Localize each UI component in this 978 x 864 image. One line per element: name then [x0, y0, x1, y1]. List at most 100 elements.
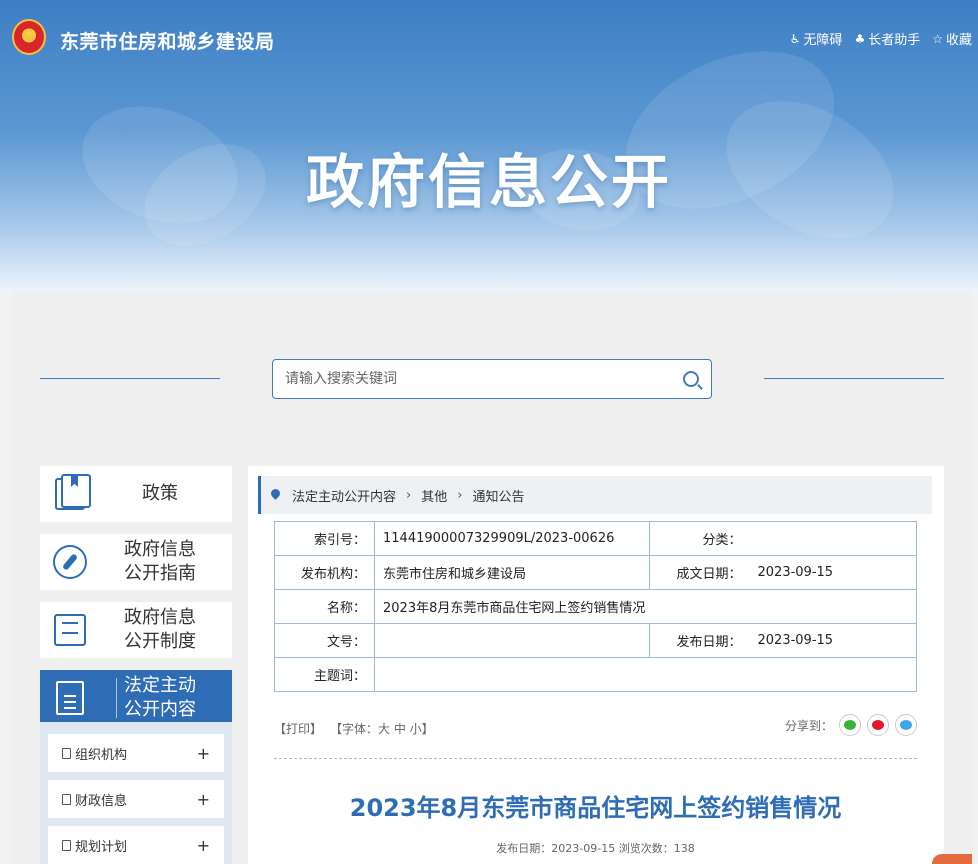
weibo-icon: [872, 720, 884, 730]
index-label: 索引号：: [274, 521, 375, 556]
doc-number-value: [374, 623, 650, 658]
share-bar: 分享到：: [785, 714, 917, 736]
location-pin-icon: [271, 489, 280, 501]
sidebar-icon-wrap: [40, 670, 100, 726]
header-banner: 东莞市住房和城乡建设局 ♿ 无障碍 ♣ 长者助手 ☆ 收藏 政府信息公开: [0, 0, 978, 292]
search-box: [272, 359, 712, 399]
publish-date-value: 2023-09-15: [749, 623, 917, 658]
sidebar-item-system[interactable]: 政府信息 公开制度: [40, 602, 232, 658]
submenu-item-finance[interactable]: 财政信息 +: [48, 780, 224, 818]
accessibility-icon: ♿: [789, 31, 801, 46]
name-value: 2023年8月东莞市商品住宅网上签约销售情况: [374, 589, 917, 624]
search-divider-right: [764, 378, 944, 379]
sidebar-item-statutory[interactable]: 法定主动 公开内容: [40, 670, 232, 726]
expand-icon[interactable]: +: [197, 836, 210, 855]
elder-assist-button[interactable]: ♣ 长者助手: [854, 29, 921, 49]
sidebar-item-label: 政策: [142, 483, 178, 504]
sidebar-label-line1: 法定主动: [124, 675, 196, 696]
breadcrumb-item[interactable]: 法定主动公开内容: [292, 486, 396, 505]
created-date-label: 成文日期：: [649, 555, 750, 590]
submenu-label: 财政信息: [75, 793, 128, 809]
breadcrumb-item[interactable]: 通知公告: [472, 486, 524, 505]
subject-label: 主题词：: [274, 657, 375, 692]
book-icon: [55, 474, 91, 510]
sidebar-item-label: 法定主动 公开内容: [100, 674, 232, 722]
index-value: 11441900007329909L/2023-00626: [374, 521, 650, 556]
page-icon: [62, 747, 71, 759]
page-icon: [62, 793, 71, 805]
star-icon: ☆: [932, 31, 943, 46]
sidebar-item-guide[interactable]: 政府信息 公开指南: [40, 534, 232, 590]
submenu-item-organization[interactable]: 组织机构 +: [48, 734, 224, 772]
article-title: 2023年8月东莞市商品住宅网上签约销售情况: [349, 794, 842, 822]
sidebar-label-line2: 公开指南: [124, 563, 196, 584]
sidebar-item-label: 政府信息 公开指南: [100, 538, 232, 586]
table-row: 文号： 发布日期： 2023-09-15: [274, 623, 917, 658]
share-weibo-button[interactable]: [867, 714, 889, 736]
sidebar-label-line1: 政府信息: [124, 607, 196, 628]
elder-assist-label: 长者助手: [868, 33, 921, 48]
chevron-right-icon: ›: [406, 487, 412, 503]
sidebar-icon-wrap: [40, 602, 100, 658]
share-label: 分享到：: [784, 718, 833, 733]
share-wechat-button[interactable]: [839, 714, 861, 736]
expand-icon[interactable]: +: [197, 744, 210, 763]
corner-decoration: [932, 854, 972, 864]
list-icon: [54, 614, 86, 646]
category-value: [749, 521, 917, 556]
publisher-label: 发布机构：: [274, 555, 375, 590]
site-title[interactable]: 东莞市住房和城乡建设局: [60, 27, 275, 54]
compass-icon: [53, 545, 87, 579]
article-tools: 【打印】 【字体：大 中 小】: [274, 720, 434, 737]
sidebar-label-line1: 政府信息: [124, 539, 196, 560]
table-row: 发布机构： 东莞市住房和城乡建设局 成文日期： 2023-09-15: [274, 555, 917, 590]
chevron-right-icon: ›: [457, 487, 463, 503]
sidebar-label-line2: 公开内容: [124, 699, 196, 720]
share-qq-button[interactable]: [895, 714, 917, 736]
sidebar-divider: [116, 678, 117, 718]
elder-assist-icon: ♣: [854, 31, 866, 46]
publisher-value: 东莞市住房和城乡建设局: [374, 555, 650, 590]
sidebar-item-policy[interactable]: 政策: [40, 466, 232, 522]
favorite-button[interactable]: ☆ 收藏: [932, 29, 972, 49]
expand-icon[interactable]: +: [197, 790, 210, 809]
submenu-item-planning[interactable]: 规划计划 +: [48, 826, 224, 864]
font-size-control[interactable]: 【字体：大 中 小】: [330, 720, 434, 737]
top-bar: 东莞市住房和城乡建设局 ♿ 无障碍 ♣ 长者助手 ☆ 收藏: [0, 0, 978, 78]
national-emblem-icon: [12, 19, 46, 55]
document-meta-table: 索引号： 11441900007329909L/2023-00626 分类： 发…: [274, 521, 917, 692]
accessibility-button[interactable]: ♿ 无障碍: [789, 29, 843, 49]
breadcrumb: 法定主动公开内容 › 其他 › 通知公告: [258, 476, 932, 514]
article-toolbar: 【打印】 【字体：大 中 小】 分享到：: [274, 714, 917, 740]
document-icon: [56, 681, 84, 715]
sidebar-icon-wrap: [40, 534, 100, 590]
wechat-icon: [844, 720, 856, 730]
breadcrumb-item[interactable]: 其他: [421, 486, 447, 505]
search-divider-left: [40, 378, 220, 379]
favorite-label: 收藏: [945, 33, 972, 48]
doc-number-label: 文号：: [274, 623, 375, 658]
submenu-label: 规划计划: [75, 839, 128, 855]
qq-icon: [900, 720, 912, 730]
sidebar-icon-wrap: [40, 466, 100, 522]
submenu-label: 组织机构: [75, 747, 128, 763]
page-icon: [62, 839, 71, 851]
accessibility-label: 无障碍: [803, 33, 843, 48]
sidebar-label-line2: 公开制度: [124, 631, 196, 652]
banner-title: 政府信息公开: [305, 148, 672, 216]
content-divider: [274, 758, 917, 759]
table-row: 主题词：: [274, 657, 917, 692]
table-row: 名称： 2023年8月东莞市商品住宅网上签约销售情况: [274, 589, 917, 624]
search-icon[interactable]: [683, 371, 699, 387]
article-meta: 发布日期：2023-09-15 浏览次数：138: [496, 842, 695, 855]
created-date-value: 2023-09-15: [749, 555, 917, 590]
content-area: 法定主动公开内容 › 其他 › 通知公告 索引号： 11441900007329…: [248, 466, 944, 864]
header-tools: ♿ 无障碍 ♣ 长者助手 ☆ 收藏: [789, 29, 972, 49]
category-label: 分类：: [649, 521, 750, 556]
table-row: 索引号： 11441900007329909L/2023-00626 分类：: [274, 521, 917, 556]
main-panel: 政策 政府信息 公开指南 政府信息 公开制度 法定主动 公开内容 组织机构 + …: [12, 292, 972, 864]
print-button[interactable]: 【打印】: [274, 720, 322, 737]
search-input[interactable]: [285, 371, 683, 387]
name-label: 名称：: [274, 589, 375, 624]
publish-date-label: 发布日期：: [649, 623, 750, 658]
